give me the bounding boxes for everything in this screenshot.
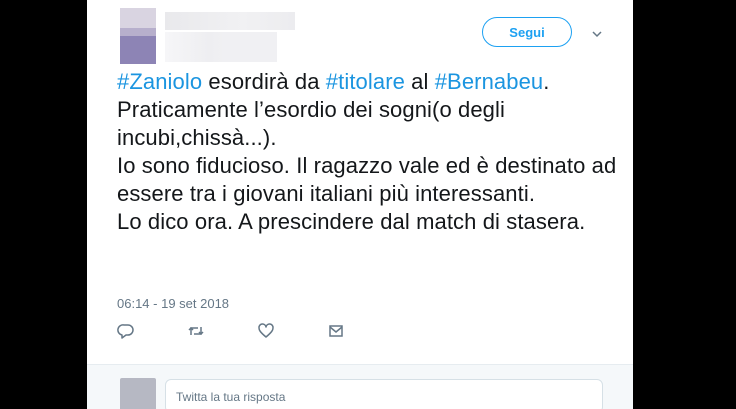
tweet-text: #Zaniolo esordirà da #titolare al #Berna… — [117, 68, 622, 236]
tweet-text-part: al — [404, 69, 435, 94]
reply-avatar — [120, 378, 156, 409]
hashtag-zaniolo[interactable]: #Zaniolo — [117, 69, 202, 94]
tweet-text-line: Io sono fiducioso. Il ragazzo vale ed è … — [117, 153, 617, 206]
retweet-icon[interactable] — [187, 322, 205, 340]
reply-input[interactable]: Twitta la tua risposta — [165, 379, 603, 409]
heart-icon[interactable] — [257, 322, 275, 340]
hashtag-bernabeu[interactable]: #Bernabeu — [435, 69, 544, 94]
author-handle-blurred-part — [222, 32, 277, 62]
tweet-timestamp[interactable]: 06:14 - 19 set 2018 — [117, 296, 229, 311]
hashtag-titolare[interactable]: #titolare — [326, 69, 405, 94]
envelope-icon[interactable] — [327, 322, 345, 340]
reply-area: Twitta la tua risposta — [87, 365, 633, 409]
reply-icon[interactable] — [117, 322, 135, 340]
tweet-text-part: . — [543, 69, 550, 94]
author-avatar[interactable] — [120, 8, 156, 64]
chevron-down-icon[interactable] — [590, 27, 604, 41]
follow-button[interactable]: Segui — [482, 17, 572, 47]
tweet-text-part: esordirà da — [202, 69, 326, 94]
avatar-part-bottom — [120, 36, 156, 64]
tweet-card: Segui #Zaniolo esordirà da #titolare al … — [87, 0, 633, 409]
tweet-text-line: Praticamente l’esordio dei sogni(o degli… — [117, 97, 505, 150]
author-name-blurred[interactable] — [165, 12, 295, 30]
tweet-actions — [117, 322, 417, 342]
tweet-text-line: Lo dico ora. A prescindere dal match di … — [117, 209, 586, 234]
